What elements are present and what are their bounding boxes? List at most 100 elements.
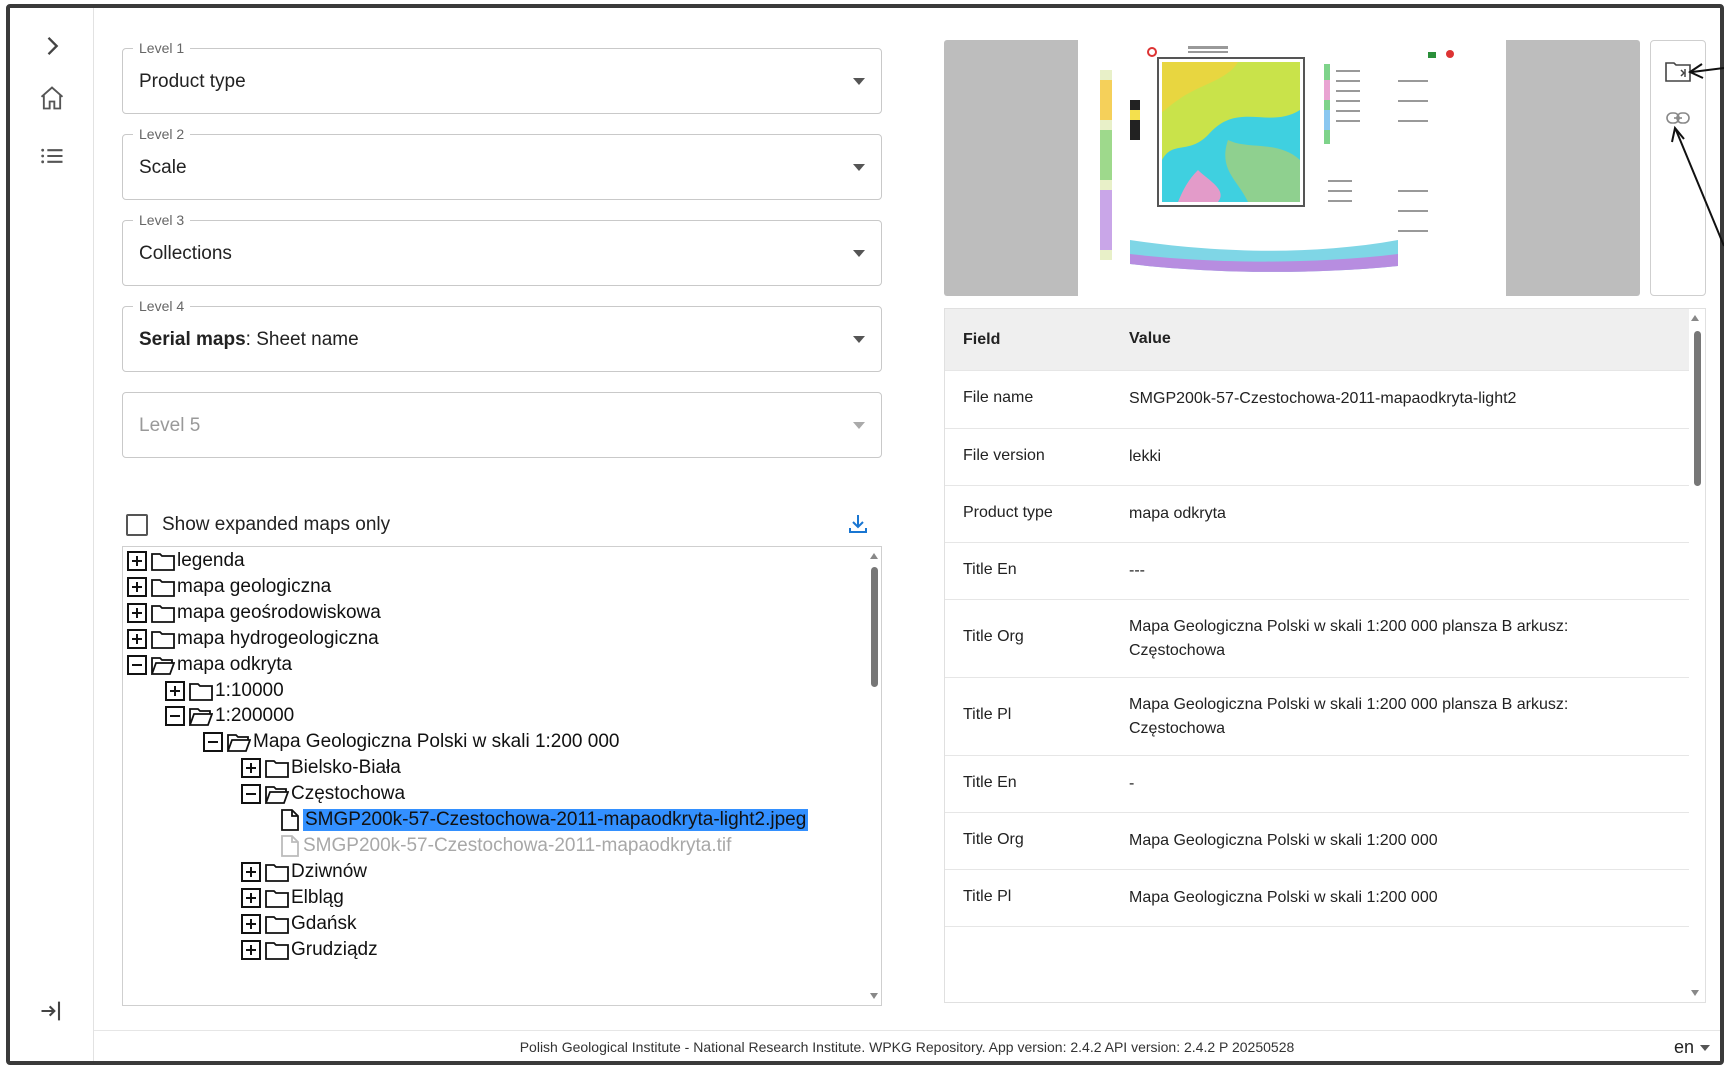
tree-node[interactable]: mapa odkryta [127, 651, 292, 679]
expand-icon[interactable] [241, 940, 261, 960]
tree-node[interactable]: Grudziądz [241, 936, 378, 964]
tree-node-label: Dziwnów [291, 861, 368, 882]
level-1-label: Level 1 [133, 40, 191, 56]
expand-icon[interactable] [127, 551, 147, 571]
metadata-row: Title Org Mapa Geologiczna Polski w skal… [945, 813, 1689, 870]
level-1-select[interactable]: Level 1 Product type [122, 40, 882, 114]
tree-node[interactable]: 1:200000 [165, 702, 294, 730]
sidebar [10, 8, 94, 1061]
tree-node[interactable]: Bielsko-Biała [241, 754, 401, 782]
tree-scrollbar[interactable] [867, 547, 881, 1005]
scroll-thumb[interactable] [871, 567, 878, 687]
collapse-icon[interactable] [241, 784, 261, 804]
field-name: Title Org [963, 628, 1024, 645]
field-value: lekki [1129, 448, 1162, 465]
tree-node[interactable]: mapa hydrogeologiczna [127, 625, 379, 653]
tree-node-label: 1:10000 [215, 680, 284, 701]
metadata-row: Title En - [945, 756, 1689, 813]
collapse-icon[interactable] [127, 655, 147, 675]
level-4-select[interactable]: Level 4 Serial maps: Sheet name [122, 298, 882, 372]
expand-icon[interactable] [127, 577, 147, 597]
scroll-down-arrow[interactable] [870, 993, 878, 999]
language-select[interactable]: en [1674, 1037, 1710, 1058]
folder-icon [265, 916, 289, 934]
list-button[interactable] [32, 136, 72, 176]
login-icon [41, 1001, 61, 1021]
metadata-row: Product type mapa odkryta [945, 486, 1689, 543]
expand-icon[interactable] [165, 681, 185, 701]
tree-node-label: 1:200000 [215, 705, 295, 726]
open-folder-button[interactable] [1663, 57, 1693, 87]
metadata-header-row: Field Value [945, 309, 1689, 371]
folder-icon [265, 864, 289, 882]
collapse-icon[interactable] [165, 706, 185, 726]
folder-icon [151, 631, 175, 649]
field-name: Title En [963, 561, 1017, 578]
tree-file-selected[interactable]: SMGP200k-57-Czestochowa-2011-mapaodkryta… [281, 806, 809, 834]
file-icon [281, 809, 299, 831]
level-3-select[interactable]: Level 3 Collections [122, 212, 882, 286]
expand-icon[interactable] [127, 603, 147, 623]
file-icon [281, 835, 299, 857]
expand-icon[interactable] [241, 862, 261, 882]
tree-node-label: Bielsko-Biała [291, 757, 401, 778]
link-icon [1666, 112, 1690, 124]
tree-node[interactable]: 1:10000 [165, 677, 284, 705]
tree-node[interactable]: Mapa Geologiczna Polski w skali 1:200 00… [203, 728, 619, 756]
folder-open-icon [227, 734, 251, 752]
field-name: Title Pl [963, 706, 1012, 723]
level-2-select[interactable]: Level 2 Scale [122, 126, 882, 200]
chevron-right-icon [47, 37, 59, 55]
tree-node[interactable]: mapa geologiczna [127, 573, 331, 601]
expand-icon[interactable] [241, 758, 261, 778]
folder-icon [151, 579, 175, 597]
tree-node-label: Elbląg [291, 887, 344, 908]
tree-node[interactable]: Częstochowa [241, 780, 405, 808]
level-3-value: Collections [139, 243, 232, 264]
field-value: Mapa Geologiczna Polski w skali 1:200 00… [1129, 696, 1569, 737]
login-button[interactable] [32, 991, 72, 1031]
expand-sidebar-button[interactable] [32, 26, 72, 66]
language-value: en [1673, 1037, 1694, 1057]
download-button[interactable] [842, 508, 874, 540]
tree-node[interactable]: mapa geośrodowiskowa [127, 599, 381, 627]
map-thumbnail-image [1078, 40, 1506, 296]
expand-icon[interactable] [241, 914, 261, 934]
copy-link-button[interactable] [1663, 103, 1693, 133]
download-icon [849, 515, 867, 533]
field-name: File version [963, 447, 1045, 464]
level-5-select[interactable]: Level 5 [122, 392, 882, 458]
field-name: Title En [963, 774, 1017, 791]
tree-node-label: Częstochowa [291, 783, 406, 804]
expand-icon[interactable] [241, 888, 261, 908]
metadata-scroll-thumb[interactable] [1694, 331, 1701, 486]
level-3-label: Level 3 [133, 212, 191, 228]
tree-node[interactable]: Elbląg [241, 884, 344, 912]
map-sheet-thumbnail [1078, 40, 1506, 296]
field-value: Mapa Geologiczna Polski w skali 1:200 00… [1129, 889, 1438, 906]
dropdown-arrow-icon [853, 336, 865, 343]
folder-open-icon [265, 786, 289, 804]
tree-node[interactable]: Dziwnów [241, 858, 367, 886]
scroll-up-arrow[interactable] [870, 553, 878, 559]
metadata-scroll-up-arrow[interactable] [1691, 315, 1699, 321]
folder-open-icon [151, 657, 175, 675]
footer-text: Polish Geological Institute - National R… [519, 1039, 1295, 1055]
file-tree[interactable]: legenda mapa geologiczna mapa geośrodowi… [122, 546, 882, 1006]
folder-icon [265, 760, 289, 778]
map-preview[interactable] [944, 40, 1640, 296]
field-value: mapa odkryta [1129, 505, 1226, 522]
tree-node-label: mapa geologiczna [177, 576, 332, 597]
value-column-header: Value [1129, 330, 1171, 347]
home-button[interactable] [32, 78, 72, 118]
level-5-placeholder: Level 5 [139, 415, 201, 436]
collapse-icon[interactable] [203, 732, 223, 752]
field-value: Mapa Geologiczna Polski w skali 1:200 00… [1129, 618, 1569, 659]
expand-icon[interactable] [127, 629, 147, 649]
tree-node-label: legenda [177, 550, 245, 571]
metadata-row: Title En --- [945, 543, 1689, 600]
tree-node[interactable]: Gdańsk [241, 910, 356, 938]
tree-node[interactable]: legenda [127, 547, 245, 575]
show-expanded-checkbox[interactable] [126, 514, 148, 536]
metadata-scroll-down-arrow[interactable] [1691, 990, 1699, 996]
